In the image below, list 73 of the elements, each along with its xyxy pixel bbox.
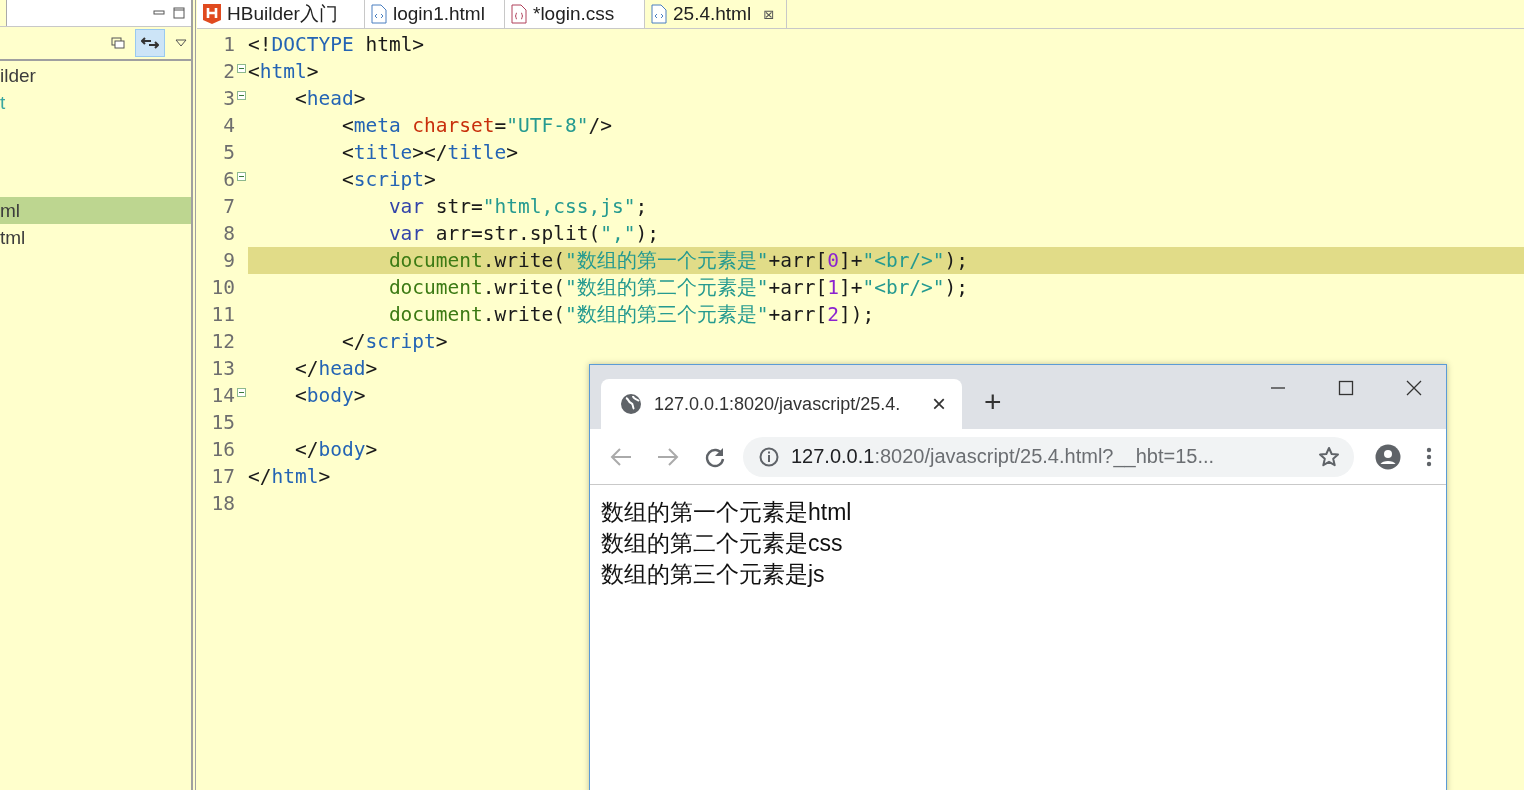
line-number: 6 <box>222 168 235 191</box>
code-line: var arr=str.split(","); <box>388 221 659 247</box>
browser-tab[interactable]: 127.0.0.1:8020/javascript/25.4. × <box>601 379 962 429</box>
line-number: 2 <box>222 60 235 83</box>
line-number: 15 <box>210 411 235 434</box>
code-line: document.write("数组的第一个元素是"+arr[0]+"<br/>"); <box>388 248 969 274</box>
code-line: </html> <box>248 464 331 490</box>
line-number: 18 <box>210 492 235 515</box>
view-menu-icon[interactable] <box>175 39 187 47</box>
info-icon <box>759 446 779 467</box>
tree-item-label: ml <box>0 200 21 221</box>
link-editor-button[interactable] <box>135 29 165 57</box>
tree-item-label: tml <box>0 227 26 248</box>
file-icon <box>651 4 667 24</box>
line-number: 14 <box>210 384 235 407</box>
line-number: 11 <box>210 303 235 326</box>
fold-icon[interactable] <box>237 172 246 181</box>
h-logo-icon <box>203 4 221 24</box>
fold-icon[interactable] <box>237 91 246 100</box>
close-icon[interactable] <box>1406 380 1422 396</box>
file-icon <box>511 4 527 24</box>
maximize-icon[interactable] <box>1338 380 1354 396</box>
line-number: 16 <box>210 438 235 461</box>
code-line: <title></title> <box>341 140 519 166</box>
code-line: <body> <box>294 383 366 409</box>
tree-item[interactable]: tml <box>0 224 191 251</box>
line-number: 12 <box>210 330 235 353</box>
editor-tab[interactable]: *login.css <box>505 0 645 28</box>
line-number: 8 <box>222 222 235 245</box>
code-line: </script> <box>341 329 448 355</box>
new-tab-button[interactable]: + <box>984 387 1002 417</box>
editor-tab[interactable]: HBuilder入门 <box>197 0 365 28</box>
tree-item-label: ilder <box>0 65 36 86</box>
tree-item-label: t <box>0 92 6 113</box>
page-text: 数组的第二个元素是css <box>601 529 844 558</box>
star-icon[interactable] <box>1318 445 1340 468</box>
tree-item[interactable]: ilder <box>0 62 191 89</box>
close-tab-button[interactable]: × <box>932 392 946 416</box>
code-line: document.write("数组的第三个元素是"+arr[2]); <box>388 302 875 328</box>
line-number: 13 <box>210 357 235 380</box>
code-line: <script> <box>341 167 436 193</box>
code-line: </head> <box>294 356 378 382</box>
url-text: 127.0.0.1:8020/javascript/25.4.html?__hbt=15... <box>791 445 1216 468</box>
line-number: 3 <box>222 87 235 110</box>
close-tab-button[interactable]: ⊠ <box>763 6 775 22</box>
account-icon[interactable] <box>1375 443 1401 470</box>
globe-icon <box>620 393 642 415</box>
code-line: <html> <box>248 59 319 85</box>
editor-tab[interactable]: login1.html <box>365 0 505 28</box>
line-number: 7 <box>222 195 235 218</box>
code-line: <!DOCTYPE html> <box>248 32 425 58</box>
code-line: <meta charset="UTF-8"/> <box>341 113 612 139</box>
code-line: document.write("数组的第二个元素是"+arr[1]+"<br/>"); <box>388 275 969 301</box>
page-text: 数组的第三个元素是js <box>601 560 826 589</box>
fold-icon[interactable] <box>237 388 246 397</box>
arrows-icon <box>141 37 159 49</box>
line-number: 10 <box>210 276 235 299</box>
more-menu-icon[interactable] <box>1426 446 1432 467</box>
tree-item[interactable]: ml <box>0 197 191 224</box>
address-bar[interactable]: 127.0.0.1:8020/javascript/25.4.html?__hbt=15... <box>743 436 1354 477</box>
file-icon <box>371 4 387 24</box>
line-number: 5 <box>222 141 235 164</box>
minimize-icon[interactable] <box>153 8 165 18</box>
code-line: var str="html,css,js"; <box>388 194 648 220</box>
page-text: 数组的第一个元素是html <box>601 498 853 527</box>
line-number: 17 <box>210 465 235 488</box>
line-number: 9 <box>222 249 235 272</box>
line-number: 1 <box>222 33 235 56</box>
code-line: </body> <box>294 437 378 463</box>
collapse-all-icon[interactable] <box>111 37 125 49</box>
code-line: <head> <box>294 86 366 112</box>
line-number: 4 <box>222 114 235 137</box>
fold-icon[interactable] <box>237 64 246 73</box>
